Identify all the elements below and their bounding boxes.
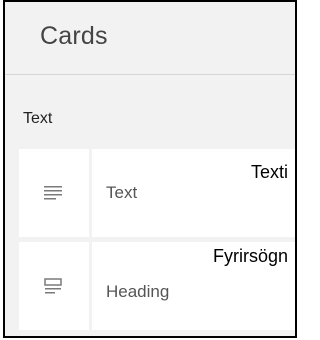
card-icon-box [19, 242, 89, 330]
panel-title: Cards [40, 22, 108, 50]
cards-panel: Cards Text Text Heading Texti Fyrirsögn [3, 0, 297, 338]
translation-label-heading: Fyrirsögn [209, 244, 291, 268]
translation-label-text: Texti [247, 160, 291, 184]
text-lines-icon [44, 186, 62, 200]
heading-icon [44, 278, 62, 294]
panel-header: Cards [5, 2, 295, 75]
card-icon-box [19, 149, 89, 237]
card-label: Text [106, 183, 138, 202]
section-label-text: Text [23, 110, 53, 127]
card-label: Heading [106, 282, 170, 301]
